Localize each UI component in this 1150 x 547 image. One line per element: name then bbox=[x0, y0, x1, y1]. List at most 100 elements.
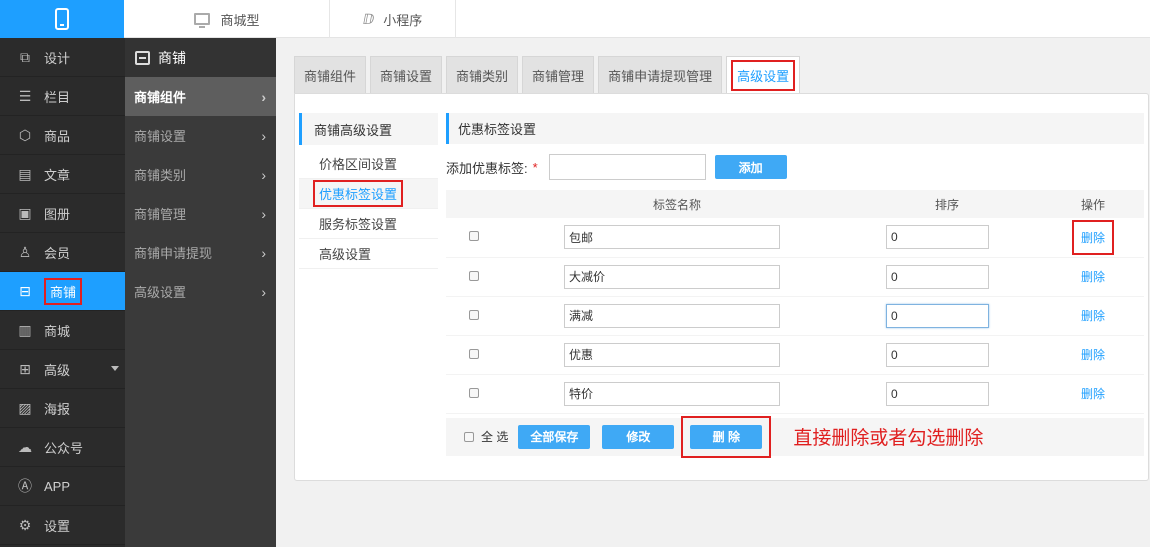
sidebar-item-columns[interactable]: ☰ 栏目 bbox=[0, 77, 125, 116]
save-all-button[interactable]: 全部保存 bbox=[518, 424, 591, 449]
content-panel: 商铺高级设置 价格区间设置 优惠标签设置 服务标签设置 高级设置 优惠标签设置 … bbox=[294, 93, 1149, 481]
chevron-right-icon: › bbox=[261, 245, 266, 261]
inner-nav: 商铺高级设置 价格区间设置 优惠标签设置 服务标签设置 高级设置 bbox=[299, 113, 438, 269]
delete-link[interactable]: 删除 bbox=[1081, 348, 1105, 362]
tab-mall-type[interactable]: 商城型 bbox=[125, 0, 330, 38]
tab-store-manage[interactable]: 商铺管理 bbox=[522, 56, 595, 94]
tab-advanced-settings[interactable]: 高级设置 bbox=[726, 56, 801, 94]
sidebar-item-products[interactable]: ⬡ 商品 bbox=[0, 116, 125, 155]
sub-item-store-category[interactable]: 商铺类别 › bbox=[125, 155, 276, 194]
inner-nav-title-text: 商铺高级设置 bbox=[314, 122, 393, 138]
delete-link[interactable]: 删除 bbox=[1081, 387, 1105, 401]
chevron-right-icon: › bbox=[261, 284, 266, 300]
table-row: 删除 bbox=[446, 257, 1144, 296]
sidebar-item-app[interactable]: Ⓐ APP bbox=[0, 467, 125, 506]
chevron-right-icon: › bbox=[261, 89, 266, 105]
inner-nav-advanced[interactable]: 高级设置 bbox=[299, 239, 438, 269]
sidebar-item-design[interactable]: ⧉ 设计 bbox=[0, 38, 125, 77]
sidebar-item-wechat[interactable]: ☁ 公众号 bbox=[0, 428, 125, 467]
sidebar-item-label: 商铺 bbox=[44, 277, 83, 305]
tab-store-withdraw[interactable]: 商铺申请提现管理 bbox=[598, 56, 723, 94]
sidebar-item-gallery[interactable]: ▣ 图册 bbox=[0, 194, 125, 233]
edit-button[interactable]: 修改 bbox=[602, 424, 675, 449]
design-icon: ⧉ bbox=[20, 48, 30, 65]
list-icon: ☰ bbox=[18, 87, 32, 104]
tag-name-input[interactable] bbox=[564, 342, 780, 367]
sub-item-store-withdraw[interactable]: 商铺申请提现 › bbox=[125, 233, 276, 272]
sidebar-item-label: APP bbox=[44, 478, 71, 494]
delete-highlight: 删 除 bbox=[681, 415, 772, 458]
delete-link[interactable]: 删除 bbox=[1081, 231, 1105, 245]
row-checkbox[interactable] bbox=[469, 309, 479, 320]
tab-store-component[interactable]: 商铺组件 bbox=[294, 56, 367, 94]
sidebar-item-label: 设置 bbox=[44, 518, 71, 534]
sort-input[interactable] bbox=[886, 342, 989, 367]
monitor-icon bbox=[194, 13, 211, 28]
tag-table: 标签名称 排序 操作 删除 bbox=[446, 190, 1144, 414]
row-checkbox[interactable] bbox=[469, 270, 479, 281]
sidebar-item-articles[interactable]: ▤ 文章 bbox=[0, 155, 125, 194]
sub-sidebar-title: 商铺 bbox=[125, 38, 276, 77]
add-tag-input[interactable] bbox=[548, 154, 706, 180]
gear-icon: ⚙ bbox=[18, 516, 32, 533]
sidebar-item-mall[interactable]: ▥ 商城 bbox=[0, 311, 125, 350]
tag-name-input[interactable] bbox=[564, 264, 780, 289]
row-checkbox[interactable] bbox=[469, 348, 479, 359]
inner-nav-service-tags[interactable]: 服务标签设置 bbox=[299, 209, 438, 239]
tab-bar: 商铺组件 商铺设置 商铺类别 商铺管理 商铺申请提现管理 高级设置 bbox=[294, 56, 804, 94]
mobile-logo[interactable] bbox=[0, 0, 124, 38]
sub-item-label: 商铺类别 bbox=[134, 168, 187, 183]
sub-item-store-settings[interactable]: 商铺设置 › bbox=[125, 116, 276, 155]
delete-link[interactable]: 删除 bbox=[1081, 270, 1105, 284]
sidebar-item-poster[interactable]: ▨ 海报 bbox=[0, 389, 125, 428]
sidebar-item-label: 公众号 bbox=[44, 440, 84, 456]
inner-nav-discount-tags[interactable]: 优惠标签设置 bbox=[299, 179, 438, 209]
chevron-right-icon: › bbox=[261, 167, 266, 183]
sidebar-item-label: 文章 bbox=[44, 167, 71, 183]
sub-item-store-manage[interactable]: 商铺管理 › bbox=[125, 194, 276, 233]
sub-item-advanced-settings[interactable]: 高级设置 › bbox=[125, 272, 276, 311]
sidebar-item-settings[interactable]: ⚙ 设置 bbox=[0, 506, 125, 545]
tab-label: 商铺申请提现管理 bbox=[608, 69, 713, 84]
header-tag-name: 标签名称 bbox=[652, 197, 701, 212]
sub-item-label: 商铺管理 bbox=[134, 207, 187, 222]
tag-name-input[interactable] bbox=[564, 303, 780, 328]
sidebar-item-label: 设计 bbox=[44, 50, 71, 66]
delete-link[interactable]: 删除 bbox=[1081, 309, 1105, 323]
section-title: 优惠标签设置 bbox=[446, 113, 1144, 144]
sidebar-item-advanced[interactable]: ⊞ 高级 bbox=[0, 350, 125, 389]
inner-nav-label: 高级设置 bbox=[319, 247, 372, 262]
tab-mini-program[interactable]: ⅅ 小程序 bbox=[330, 0, 456, 38]
inner-nav-label: 服务标签设置 bbox=[319, 217, 398, 232]
main-sidebar: ⧉ 设计 ☰ 栏目 ⬡ 商品 ▤ 文章 ▣ 图册 ♙ 会员 ⊟ 商铺 ▥ 商城 … bbox=[0, 38, 125, 547]
row-checkbox[interactable] bbox=[469, 387, 479, 398]
row-checkbox[interactable] bbox=[469, 231, 479, 242]
tab-store-category[interactable]: 商铺类别 bbox=[446, 56, 519, 94]
chevron-right-icon: › bbox=[261, 128, 266, 144]
store-icon: ⊟ bbox=[19, 282, 31, 299]
tab-label: 高级设置 bbox=[731, 60, 796, 91]
sub-item-store-component[interactable]: 商铺组件 › bbox=[125, 77, 276, 116]
article-icon: ▤ bbox=[18, 165, 32, 182]
sidebar-item-store[interactable]: ⊟ 商铺 bbox=[0, 272, 125, 311]
sort-input[interactable] bbox=[886, 264, 989, 289]
add-button[interactable]: 添加 bbox=[714, 155, 787, 179]
sidebar-item-label: 图册 bbox=[44, 206, 71, 222]
sidebar-item-label: 高级 bbox=[44, 362, 71, 378]
sort-input[interactable] bbox=[886, 303, 989, 328]
tab-mini-program-label: 小程序 bbox=[383, 12, 423, 28]
sort-input[interactable] bbox=[886, 225, 989, 250]
tag-name-input[interactable] bbox=[564, 225, 780, 250]
table-header: 标签名称 排序 操作 bbox=[446, 190, 1144, 218]
wechat-icon: ☁ bbox=[18, 438, 32, 455]
sub-item-label: 商铺申请提现 bbox=[134, 246, 213, 261]
select-all-checkbox[interactable] bbox=[464, 431, 474, 442]
tab-label: 商铺类别 bbox=[456, 69, 509, 84]
sidebar-item-members[interactable]: ♙ 会员 bbox=[0, 233, 125, 272]
tag-name-input[interactable] bbox=[564, 381, 780, 406]
tab-store-settings[interactable]: 商铺设置 bbox=[370, 56, 443, 94]
delete-button[interactable]: 删 除 bbox=[690, 424, 763, 449]
inner-nav-price-range[interactable]: 价格区间设置 bbox=[299, 149, 438, 179]
select-all-label[interactable]: 全 选 bbox=[481, 428, 508, 445]
sort-input[interactable] bbox=[886, 381, 989, 406]
